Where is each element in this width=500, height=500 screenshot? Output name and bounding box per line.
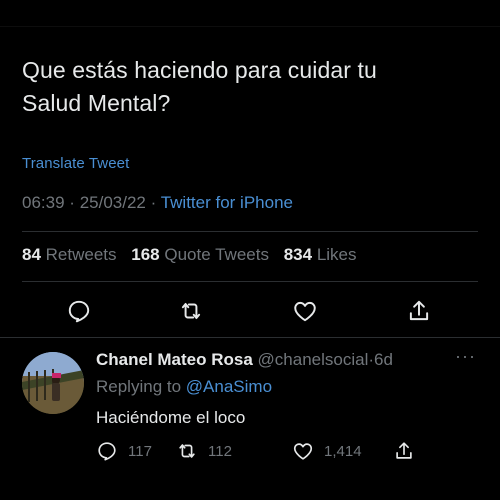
reply-button[interactable] (62, 294, 96, 328)
reply-tweet[interactable]: Chanel Mateo Rosa @chanelsocial·6d ··· R… (0, 338, 500, 488)
quote-tweets-stat[interactable]: 168 Quote Tweets (131, 245, 269, 264)
like-icon (293, 443, 313, 460)
tweet-text-line-2: Salud Mental? (22, 90, 171, 116)
reply-icon (68, 300, 90, 323)
share-icon (409, 300, 429, 321)
like-icon (294, 301, 316, 322)
retweet-button[interactable] (174, 294, 208, 328)
avatar-image (22, 352, 84, 414)
retweets-stat[interactable]: 84 Retweets (22, 245, 117, 264)
retweets-label: Retweets (45, 245, 117, 264)
reply-reply-count: 117 (128, 442, 152, 460)
retweets-count: 84 (22, 245, 41, 264)
reply-author-name[interactable]: Chanel Mateo Rosa (96, 350, 253, 369)
tweet-text-line-1: Que estás haciendo para cuidar tu (22, 57, 377, 83)
tweet-meta: 06:39 · 25/03/22 · Twitter for iPhone (22, 193, 293, 213)
meta-separator-2: · (150, 193, 157, 212)
divider-above-stats (22, 231, 478, 232)
avatar[interactable] (22, 352, 84, 414)
tweet-date[interactable]: 25/03/22 (80, 193, 146, 212)
meta-separator-1: · (69, 193, 75, 212)
reply-action-bar: 117 112 1,414 (96, 438, 456, 464)
quote-tweets-count: 168 (131, 245, 160, 264)
more-options-button[interactable]: ··· (455, 346, 476, 367)
reply-author-handle[interactable]: @chanelsocial (258, 350, 369, 369)
tweet-source-link[interactable]: Twitter for iPhone (161, 193, 293, 212)
reply-share-button[interactable] (393, 438, 425, 464)
likes-label: Likes (316, 245, 357, 264)
reply-like-button[interactable]: 1,414 (292, 438, 362, 464)
reply-age[interactable]: 6d (374, 350, 393, 369)
top-divider (0, 26, 500, 27)
reply-reply-button[interactable]: 117 (96, 438, 152, 464)
like-button[interactable] (288, 294, 322, 328)
likes-stat[interactable]: 834 Likes (284, 245, 357, 264)
retweet-icon (181, 302, 201, 320)
replying-to-label: Replying to (96, 377, 182, 396)
tweet-action-bar (0, 294, 500, 328)
replying-to: Replying to @AnaSimo (96, 377, 272, 397)
divider-below-stats (22, 281, 478, 282)
reply-header: Chanel Mateo Rosa @chanelsocial·6d (96, 350, 393, 370)
reply-icon (98, 442, 116, 461)
tweet-text: Que estás haciendo para cuidar tu Salud … (22, 54, 482, 120)
tweet-stats: 84 Retweets 168 Quote Tweets 834 Likes (22, 245, 357, 265)
retweet-icon (179, 444, 195, 458)
quote-tweets-label: Quote Tweets (164, 245, 269, 264)
reply-text: Haciéndome el loco (96, 408, 246, 427)
share-icon (396, 442, 412, 459)
tweet-time[interactable]: 06:39 (22, 193, 65, 212)
reply-like-count: 1,414 (324, 442, 362, 460)
translate-tweet-link[interactable]: Translate Tweet (22, 155, 129, 172)
replying-to-handle[interactable]: @AnaSimo (186, 377, 272, 396)
share-button[interactable] (402, 294, 436, 328)
reply-retweet-button[interactable]: 112 (176, 438, 232, 464)
reply-retweet-count: 112 (208, 442, 232, 460)
likes-count: 834 (283, 245, 313, 264)
